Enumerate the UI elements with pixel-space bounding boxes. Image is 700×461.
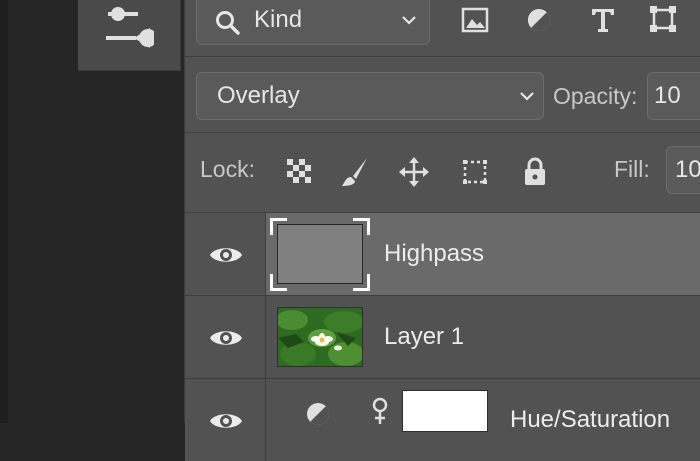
fill-value: 10 — [675, 156, 700, 183]
properties-panel-tab[interactable] — [78, 0, 181, 71]
adjustments-sliders-icon — [106, 7, 154, 48]
visibility-column — [185, 213, 266, 295]
lock-label: Lock: — [200, 156, 255, 182]
opacity-input[interactable]: 10 — [647, 72, 700, 120]
shape-filter-icon[interactable] — [648, 4, 678, 34]
eye-icon[interactable] — [209, 327, 243, 349]
opacity-label: Opacity: — [553, 83, 638, 109]
filter-kind-dropdown[interactable]: Kind — [196, 0, 430, 45]
lock-position-icon[interactable] — [398, 156, 430, 188]
layer-mask-thumbnail[interactable] — [402, 390, 488, 432]
layer-name[interactable]: Layer 1 — [384, 323, 464, 351]
image-filter-icon[interactable] — [460, 4, 490, 34]
left-edge — [0, 0, 8, 423]
layer-name[interactable]: Hue/Saturation — [510, 406, 670, 434]
search-icon — [216, 11, 240, 35]
filter-kind-label: Kind — [254, 6, 303, 33]
chevron-down-icon — [520, 92, 534, 101]
lock-all-icon[interactable] — [520, 156, 550, 188]
adjustment-layer-icon — [307, 403, 330, 426]
visibility-column — [185, 296, 266, 378]
lock-transparent-pixels-icon[interactable] — [284, 156, 314, 186]
water-lily-image — [278, 308, 362, 366]
chevron-down-icon — [402, 16, 416, 25]
lock-image-pixels-icon[interactable] — [340, 156, 370, 188]
layer-1-thumbnail[interactable] — [277, 307, 363, 367]
layer-name[interactable]: Highpass — [384, 240, 484, 268]
visibility-column — [185, 379, 266, 461]
lock-artboard-icon[interactable] — [458, 156, 492, 188]
blend-mode-value: Overlay — [217, 82, 300, 109]
type-filter-icon[interactable] — [588, 4, 618, 34]
eye-icon[interactable] — [209, 410, 243, 432]
fill-input[interactable]: 10 — [666, 146, 700, 194]
eye-icon[interactable] — [209, 244, 243, 266]
fill-label: Fill: — [614, 156, 650, 182]
blend-mode-dropdown[interactable]: Overlay — [196, 72, 544, 120]
clip-link-icon[interactable] — [368, 396, 392, 426]
opacity-value: 10 — [654, 82, 681, 109]
adjustment-filter-icon[interactable] — [524, 4, 554, 34]
highpass-thumbnail[interactable] — [277, 224, 363, 284]
